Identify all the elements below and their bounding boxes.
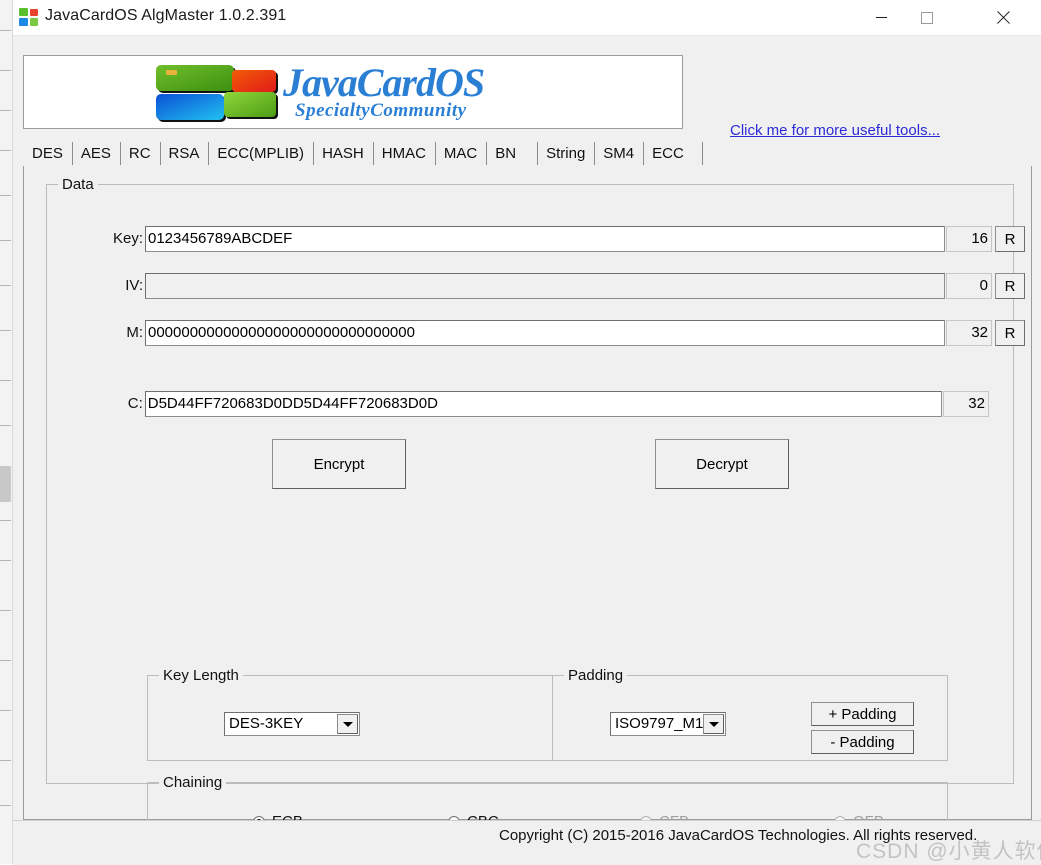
chaining-group-title: Chaining xyxy=(159,774,227,791)
key-length-group: Key Length DES-3KEY xyxy=(147,667,553,761)
ciphertext-label: C: xyxy=(127,395,143,412)
padding-select[interactable]: ISO9797_M1 xyxy=(610,712,726,736)
banner-area: JavaCardOS SpecialtyCommunity Click me f… xyxy=(13,36,1041,139)
status-bar: Copyright (C) 2015-2016 JavaCardOS Techn… xyxy=(13,820,1041,865)
ciphertext-length-count: 32 xyxy=(943,391,989,417)
javacardos-logo-icon: JavaCardOS SpecialtyCommunity xyxy=(156,60,485,122)
tab-string[interactable]: String xyxy=(537,140,595,167)
tab-hash[interactable]: HASH xyxy=(313,140,373,167)
message-length-count: 32 xyxy=(946,320,992,346)
message-input[interactable]: 00000000000000000000000000000000 xyxy=(145,320,945,346)
iv-length-count: 0 xyxy=(946,273,992,299)
title-bar[interactable]: JavaCardOS AlgMaster 1.0.2.391 xyxy=(13,0,1041,36)
data-group-title: Data xyxy=(58,176,98,193)
key-label: Key: xyxy=(112,230,143,247)
tab-ecc-mplib[interactable]: ECC(MPLIB) xyxy=(208,140,314,167)
key-length-group-title: Key Length xyxy=(159,667,243,684)
remove-padding-button[interactable]: - Padding xyxy=(811,730,914,754)
tab-des[interactable]: DES xyxy=(23,140,72,167)
message-label: M: xyxy=(126,324,143,341)
tab-rsa[interactable]: RSA xyxy=(159,140,209,167)
padding-selected-value: ISO9797_M1 xyxy=(615,715,704,732)
tab-sm4[interactable]: SM4 xyxy=(594,140,644,167)
iv-field-row: IV: 0 R xyxy=(69,273,1035,299)
tab-rc[interactable]: RC xyxy=(119,140,160,167)
minimize-button[interactable] xyxy=(858,0,904,35)
iv-input[interactable] xyxy=(145,273,945,299)
close-button[interactable] xyxy=(980,0,1026,35)
more-tools-link[interactable]: Click me for more useful tools... xyxy=(730,122,940,139)
tab-end-separator xyxy=(701,142,703,165)
data-group: Data Key: 0123456789ABCDEF 16 R IV: 0 R … xyxy=(46,176,1025,842)
add-padding-button[interactable]: + Padding xyxy=(811,702,914,726)
tab-aes[interactable]: AES xyxy=(71,140,120,167)
maximize-button[interactable] xyxy=(904,0,950,35)
window-title: JavaCardOS AlgMaster 1.0.2.391 xyxy=(45,7,287,24)
tab-bn[interactable]: BN xyxy=(486,140,526,167)
key-random-button[interactable]: R xyxy=(995,226,1025,252)
chevron-down-icon[interactable] xyxy=(337,714,358,734)
maximize-icon xyxy=(921,11,933,24)
padding-group: Padding ISO9797_M1 + Padding - Padding xyxy=(552,667,948,761)
encrypt-button[interactable]: Encrypt xyxy=(272,439,406,489)
key-field-row: Key: 0123456789ABCDEF 16 R xyxy=(69,226,1035,252)
app-logo-icon xyxy=(19,8,38,26)
application-window: JavaCardOS AlgMaster 1.0.2.391 JavaCardO… xyxy=(12,0,1041,865)
svg-text:JavaCardOS: JavaCardOS xyxy=(282,60,484,105)
message-random-button[interactable]: R xyxy=(995,320,1025,346)
ciphertext-input[interactable]: D5D44FF720683D0DD5D44FF720683D0D xyxy=(144,391,943,417)
key-length-count: 16 xyxy=(946,226,992,252)
watermark-text: CSDN @小黄人软件 xyxy=(856,840,1041,863)
iv-label: IV: xyxy=(125,277,143,294)
close-icon xyxy=(996,11,1010,25)
minimize-icon xyxy=(875,17,887,18)
message-field-row: M: 00000000000000000000000000000000 32 R xyxy=(69,320,1035,346)
iv-random-button[interactable]: R xyxy=(995,273,1025,299)
tab-ecc[interactable]: ECC xyxy=(643,140,693,167)
chevron-down-icon[interactable] xyxy=(703,714,724,734)
brand-banner[interactable]: JavaCardOS SpecialtyCommunity xyxy=(23,55,683,129)
key-length-select[interactable]: DES-3KEY xyxy=(224,712,360,736)
background-scroll-thumb[interactable] xyxy=(0,466,11,502)
tab-mac[interactable]: MAC xyxy=(434,140,487,167)
tab-hmac[interactable]: HMAC xyxy=(372,140,435,167)
tab-bar[interactable]: DES AES RC RSA ECC(MPLIB) HASH HMAC MAC … xyxy=(23,139,1031,167)
padding-group-title: Padding xyxy=(564,667,628,684)
tab-page-des: Data Key: 0123456789ABCDEF 16 R IV: 0 R … xyxy=(23,166,1032,842)
key-length-selected-value: DES-3KEY xyxy=(229,715,304,732)
decrypt-button[interactable]: Decrypt xyxy=(655,439,789,489)
ciphertext-field-row: C: D5D44FF720683D0DD5D44FF720683D0D 32 xyxy=(69,391,989,417)
key-input[interactable]: 0123456789ABCDEF xyxy=(145,226,945,252)
svg-text:SpecialtyCommunity: SpecialtyCommunity xyxy=(295,100,467,121)
